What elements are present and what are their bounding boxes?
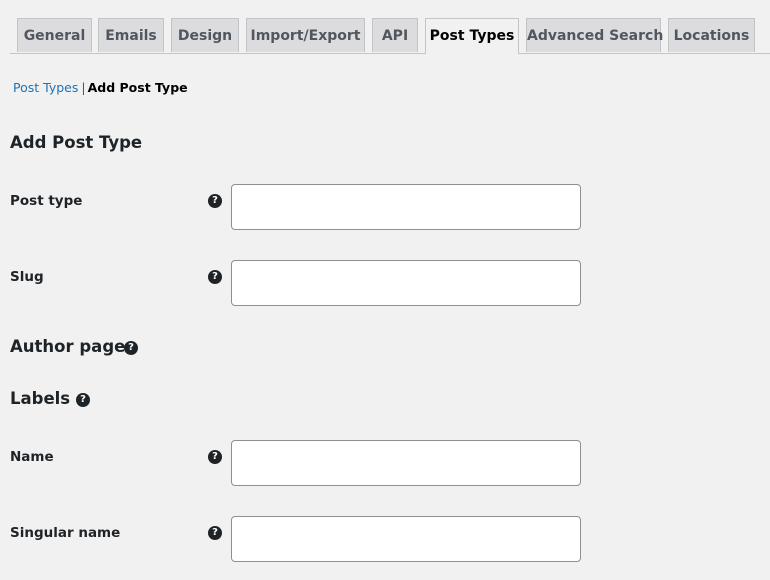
tab-general[interactable]: General [17,18,92,52]
singular-name-input[interactable] [231,516,581,562]
page-title: Add Post Type [10,133,143,152]
post-type-input[interactable] [231,184,581,230]
question-circle-icon[interactable]: ? [208,270,222,284]
tab-design[interactable]: Design [171,18,239,52]
tab-advanced-search[interactable]: Advanced Search [526,18,663,52]
breadcrumb: Post Types | Add Post Type [13,80,188,96]
name-input[interactable] [231,440,581,486]
name-label: Name [10,449,54,465]
breadcrumb-separator: | [81,80,86,95]
post-type-label: Post type [10,193,83,209]
tabs-divider [10,53,770,54]
tab-emails[interactable]: Emails [98,18,164,52]
question-circle-icon[interactable]: ? [208,194,222,208]
labels-heading: Labels [10,389,71,408]
tab-locations[interactable]: Locations [668,18,755,52]
question-circle-icon[interactable]: ? [208,526,222,540]
slug-input[interactable] [231,260,581,306]
question-circle-icon[interactable]: ? [208,450,222,464]
slug-label: Slug [10,269,44,285]
settings-tabs: General Emails Design Import/Export API … [0,0,770,54]
question-circle-icon[interactable]: ? [76,393,90,407]
tab-post-types[interactable]: Post Types [425,18,519,54]
tab-import-export[interactable]: Import/Export [246,18,365,52]
author-page-heading: Author page [10,337,126,356]
tab-api[interactable]: API [372,18,418,52]
singular-name-label: Singular name [10,525,121,541]
breadcrumb-current: Add Post Type [87,80,188,95]
question-circle-icon[interactable]: ? [124,341,138,355]
breadcrumb-post-types-link[interactable]: Post Types [13,80,78,95]
